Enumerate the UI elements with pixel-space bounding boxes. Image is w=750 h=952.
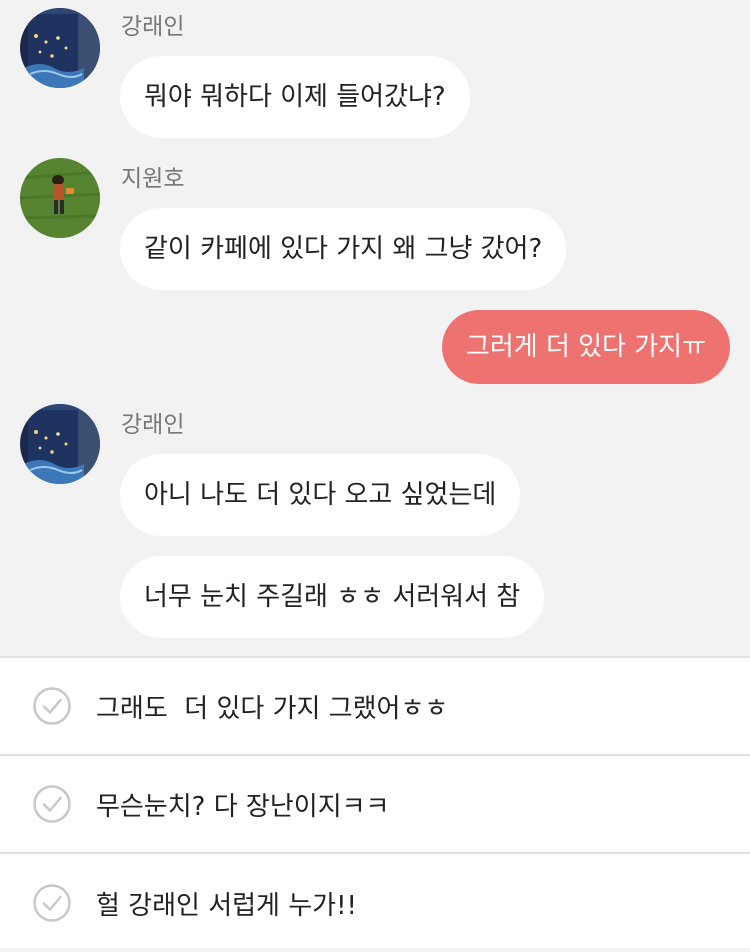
my-message-bubble[interactable]: 그러게 더 있다 가지ㅠ — [441, 310, 730, 384]
night-window-avatar-image — [20, 8, 100, 88]
reply-option-label: 무슨눈치? 다 장난이지ㅋㅋ — [96, 791, 390, 822]
sender-name: 지원호 — [121, 166, 185, 192]
message-bubble[interactable]: 아니 나도 더 있다 오고 싶었는데 — [120, 454, 521, 536]
sender-name: 강래인 — [121, 412, 185, 438]
avatar-kang-raein[interactable] — [20, 404, 100, 484]
chat-area: 강래인 뭐야 뭐하다 이제 들어갔냐? 지원호 같이 카페에 있다 가지 왜 그… — [0, 0, 750, 656]
grass-lying-avatar-image — [20, 158, 100, 238]
avatar-ji-wonho[interactable] — [20, 158, 100, 238]
check-circle-icon — [32, 883, 72, 923]
reply-option-label: 헐 강래인 서럽게 누가!! — [96, 890, 357, 921]
reply-options: 그래도 더 있다 가지 그랬어ㅎㅎ 무슨눈치? 다 장난이지ㅋㅋ 헐 강래인 서… — [0, 656, 750, 948]
message-bubble[interactable]: 뭐야 뭐하다 이제 들어갔냐? — [120, 56, 470, 138]
message-bubble[interactable]: 너무 눈치 주길래 ㅎㅎ 서러워서 참 — [120, 556, 545, 638]
reply-option[interactable]: 무슨눈치? 다 장난이지ㅋㅋ — [0, 756, 750, 854]
check-circle-icon — [32, 784, 72, 824]
avatar-kang-raein[interactable] — [20, 8, 100, 88]
message-bubble[interactable]: 같이 카페에 있다 가지 왜 그냥 갔어? — [120, 208, 567, 290]
sender-name: 강래인 — [121, 14, 185, 40]
check-circle-icon — [32, 686, 72, 726]
night-window-avatar-image — [20, 404, 100, 484]
reply-option-label: 그래도 더 있다 가지 그랬어ㅎㅎ — [96, 693, 449, 724]
reply-option[interactable]: 그래도 더 있다 가지 그랬어ㅎㅎ — [0, 658, 750, 756]
reply-option[interactable]: 헐 강래인 서럽게 누가!! — [0, 854, 750, 952]
